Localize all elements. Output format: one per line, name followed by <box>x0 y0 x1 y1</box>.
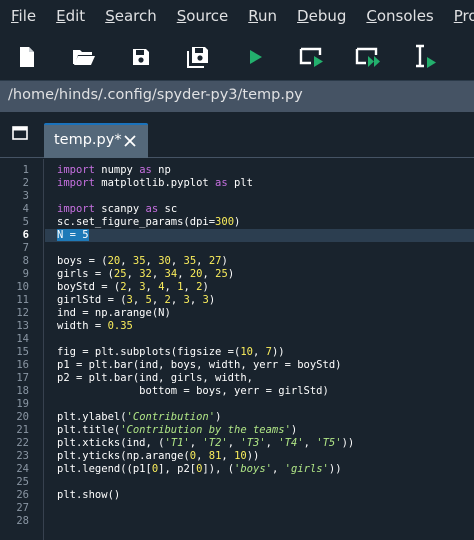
code-line-8: boys = (20, 35, 30, 35, 27) <box>57 255 228 267</box>
save-all-button[interactable] <box>183 42 213 72</box>
tab-label: temp.py* <box>54 132 122 148</box>
line-number: 1 <box>22 164 29 176</box>
code-line-12: ind = np.arange(N) <box>57 307 171 319</box>
code-line-16: p1 = plt.bar(ind, boys, width, yerr = bo… <box>57 359 342 371</box>
close-icon[interactable] <box>122 133 138 149</box>
line-number: 5 <box>22 216 29 228</box>
file-path-bar: /home/hinds/.config/spyder-py3/temp.py <box>0 80 474 112</box>
line-number: 14 <box>16 333 29 345</box>
line-number: 3 <box>22 190 29 202</box>
selected-text: N = 5 <box>57 229 89 241</box>
line-number: 21 <box>16 424 29 436</box>
run-button[interactable] <box>240 42 270 72</box>
code-line-10: boyStd = (2, 3, 4, 1, 2) <box>57 281 209 293</box>
run-cell-button[interactable] <box>297 42 327 72</box>
line-number: 16 <box>16 359 29 371</box>
menu-projects[interactable]: Projects <box>442 0 474 32</box>
menu-source[interactable]: Source <box>165 0 237 32</box>
line-number: 10 <box>16 281 29 293</box>
line-number: 11 <box>16 294 29 306</box>
current-line-number: 6 <box>22 229 29 241</box>
menu-consoles[interactable]: Consoles <box>354 0 441 32</box>
code-line-4: import scanpy as sc <box>57 203 178 215</box>
menu-file[interactable]: File <box>0 0 44 32</box>
code-line-13: width = 0.35 <box>57 320 133 332</box>
menu-edit[interactable]: Edit <box>44 0 93 32</box>
line-number: 18 <box>16 385 29 397</box>
code-line-23: plt.yticks(np.arange(0, 81, 10)) <box>57 450 260 462</box>
file-path: /home/hinds/.config/spyder-py3/temp.py <box>8 87 303 103</box>
line-number: 27 <box>16 502 29 514</box>
save-button[interactable] <box>126 42 156 72</box>
line-number: 26 <box>16 489 29 501</box>
code-line-15: fig = plt.subplots(figsize =(10, 7)) <box>57 346 285 358</box>
run-cell-advance-icon <box>355 47 380 67</box>
line-number: 17 <box>16 372 29 384</box>
line-number: 4 <box>22 203 29 215</box>
code-line-17: p2 = plt.bar(ind, girls, width, <box>57 372 253 384</box>
save-all-icon <box>187 47 208 68</box>
line-number-gutter: 1 2 3 4 5 6 7 8 9 10 11 12 13 14 15 16 1… <box>0 159 44 540</box>
code-line-1: import numpy as np <box>57 164 171 176</box>
line-number: 7 <box>22 242 29 254</box>
code-line-9: girls = (25, 32, 34, 20, 25) <box>57 268 235 280</box>
line-number: 15 <box>16 346 29 358</box>
new-file-icon <box>20 47 34 67</box>
code-line-26: plt.show() <box>57 489 121 501</box>
menubar: File Edit Search Source Run Debug Consol… <box>0 0 474 32</box>
run-cell-advance-button[interactable] <box>354 42 384 72</box>
run-cell-icon <box>299 47 323 67</box>
editor-pane: temp.py* 1 2 3 4 5 6 7 8 9 10 11 12 13 1… <box>0 112 474 540</box>
code-line-24: plt.legend((p1[0], p2[0]), ('boys', 'gir… <box>57 463 342 475</box>
run-selection-button[interactable] <box>411 42 441 72</box>
code-line-5: sc.set_figure_params(dpi=300) <box>57 216 241 228</box>
line-number: 19 <box>16 398 29 410</box>
line-number: 24 <box>16 463 29 475</box>
run-selection-icon <box>416 44 436 68</box>
code-line-21: plt.title('Contribution by the teams') <box>57 424 298 436</box>
line-number: 28 <box>16 515 29 527</box>
pane-menu-icon[interactable] <box>12 126 28 140</box>
menu-search[interactable]: Search <box>93 0 165 32</box>
tab-bar: temp.py* <box>0 112 474 158</box>
open-file-button[interactable] <box>69 42 99 72</box>
line-number: 2 <box>22 177 29 189</box>
line-number: 12 <box>16 307 29 319</box>
line-number: 23 <box>16 450 29 462</box>
menu-run[interactable]: Run <box>236 0 285 32</box>
line-number: 9 <box>22 268 29 280</box>
menu-debug[interactable]: Debug <box>285 0 354 32</box>
code-line-22: plt.xticks(ind, ('T1', 'T2', 'T3', 'T4',… <box>57 437 355 449</box>
open-folder-icon <box>73 50 95 65</box>
run-icon <box>250 50 262 64</box>
code-area[interactable]: import numpy as np import matplotlib.pyp… <box>45 159 474 540</box>
code-line-11: girlStd = (3, 5, 2, 3, 3) <box>57 294 216 306</box>
save-icon <box>133 49 149 65</box>
line-number: 20 <box>16 411 29 423</box>
code-line-20: plt.ylabel('Contribution') <box>57 411 222 423</box>
code-line-18: bottom = boys, yerr = girlStd) <box>57 385 329 397</box>
tab-temp-py[interactable]: temp.py* <box>44 123 148 158</box>
code-line-6: N = 5 <box>57 229 89 242</box>
line-number: 13 <box>16 320 29 332</box>
current-line-highlight <box>45 229 474 242</box>
line-number: 22 <box>16 437 29 449</box>
new-file-button[interactable] <box>12 42 42 72</box>
code-line-2: import matplotlib.pyplot as plt <box>57 177 253 189</box>
code-editor[interactable]: 1 2 3 4 5 6 7 8 9 10 11 12 13 14 15 16 1… <box>0 159 474 540</box>
toolbar <box>0 32 474 80</box>
line-number: 8 <box>22 255 29 267</box>
line-number: 25 <box>16 476 29 488</box>
